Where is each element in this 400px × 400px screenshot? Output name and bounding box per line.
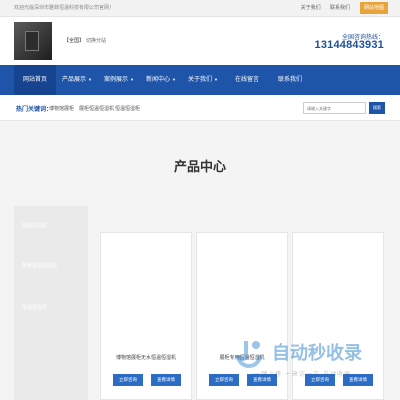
category-item[interactable]: 恒温恒湿机 xyxy=(22,222,47,229)
nav-label: 新闻中心 xyxy=(146,77,171,83)
nav-label: 案例展示 xyxy=(104,77,129,83)
keyword-link[interactable]: 博物馆展柜 xyxy=(49,105,74,112)
watermark-logo-icon xyxy=(236,341,262,368)
product-card[interactable]: 博物馆展柜无水恒温恒湿机 立即咨询 查看详情 xyxy=(100,232,192,400)
nav-item-message[interactable]: 在线留言 xyxy=(226,65,268,95)
product-name[interactable]: 博物馆展柜无水恒温恒湿机 xyxy=(101,354,191,361)
welcome-text: 欢迎光临深圳市雅菲恒温科技有限公司官网！ xyxy=(14,5,115,11)
caret-down-icon: ▼ xyxy=(214,77,218,82)
keyword-bar: 热门关键词： 博物馆展柜 展柜恒温恒湿机 恒温恒湿柜 搜索 xyxy=(0,95,400,121)
nav-item-news[interactable]: 新闻中心 ▼ xyxy=(140,65,182,95)
keyword-link[interactable]: 展柜恒温恒湿机 xyxy=(79,105,114,112)
nav-item-about[interactable]: 关于我们 ▼ xyxy=(182,65,224,95)
current-city: 【全国】 xyxy=(64,38,85,44)
category-item[interactable]: 展柜恒温恒湿机 xyxy=(22,262,57,269)
watermark-overlay: 自动秒收录 一键上榜·一来访一次·自动收录 xyxy=(232,335,382,395)
nav-label: 在线留言 xyxy=(234,77,259,83)
consult-button[interactable]: 立即咨询 xyxy=(113,374,143,386)
top-bar: 欢迎光临深圳市雅菲恒温科技有限公司官网！ 关于我们 联系我们 网站地图 xyxy=(0,0,400,17)
top-links: 关于我们 联系我们 xyxy=(293,4,350,11)
caret-down-icon: ▼ xyxy=(130,77,134,82)
section-title: 产品中心 xyxy=(173,159,226,174)
nav-label: 联系我们 xyxy=(277,77,302,83)
category-item[interactable]: 恒温恒湿柜 xyxy=(22,304,47,311)
nav-item-cases[interactable]: 案例展示 ▼ xyxy=(98,65,140,95)
detail-button[interactable]: 查看详情 xyxy=(151,374,181,386)
product-center-section: 产品中心 恒温恒湿机 展柜恒温恒湿机 恒温恒湿柜 博物馆展柜无水恒温恒湿机 立即… xyxy=(0,121,400,400)
nav-label: 网站首页 xyxy=(22,77,47,83)
watermark-title: 自动秒收录 xyxy=(272,343,362,363)
sitemap-button[interactable]: 网站地图 xyxy=(360,2,388,14)
watermark-slogan: 一键上榜·一来访一次·自动收录 xyxy=(254,372,351,378)
caret-down-icon: ▼ xyxy=(88,77,92,82)
search-input[interactable] xyxy=(303,102,366,114)
nav-label: 产品展示 xyxy=(62,77,87,83)
city-switch: 【全国】 切换分站 xyxy=(64,37,106,44)
logo-cabinet-graphic xyxy=(25,31,39,51)
switch-city-link[interactable]: 切换分站 xyxy=(86,38,106,44)
nav-label: 关于我们 xyxy=(188,77,213,83)
hotline-number: 13144843931 xyxy=(314,39,384,51)
keyword-link[interactable]: 恒温恒湿柜 xyxy=(115,105,140,112)
top-link-contact[interactable]: 联系我们 xyxy=(330,5,350,11)
hot-keywords-label: 热门关键词： xyxy=(16,107,53,113)
nav-item-contact[interactable]: 联系我们 xyxy=(268,65,312,95)
main-nav: 网站首页 产品展示 ▼ 案例展示 ▼ 新闻中心 ▼ 关于我们 ▼ 在线留言 联系我们 xyxy=(0,65,400,95)
category-sidebar: 恒温恒湿机 展柜恒温恒湿机 恒温恒湿柜 xyxy=(14,206,88,400)
site-header: 【全国】 切换分站 全国咨询热线： 13144843931 xyxy=(0,17,400,65)
site-logo[interactable] xyxy=(14,22,52,60)
top-link-about[interactable]: 关于我们 xyxy=(301,5,321,11)
nav-item-home[interactable]: 网站首页 xyxy=(14,65,56,95)
nav-item-products[interactable]: 产品展示 ▼ xyxy=(56,65,98,95)
search-button[interactable]: 搜索 xyxy=(369,102,385,114)
caret-down-icon: ▼ xyxy=(172,77,176,82)
